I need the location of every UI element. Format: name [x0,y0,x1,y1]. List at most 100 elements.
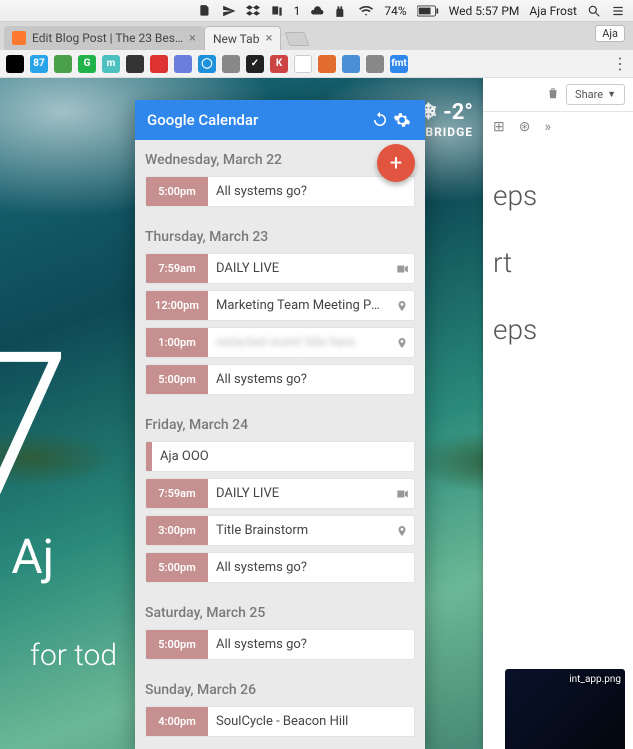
add-event-button[interactable]: + [377,144,415,182]
day-name: Wednesday, March 22 [145,152,415,168]
calendar-day: Sunday, March 26 4:00pmSoulCycle - Beacon… [135,670,425,747]
spotlight-icon[interactable] [587,4,601,18]
close-icon[interactable]: × [265,31,272,46]
calendar-title: Google Calendar [147,111,369,129]
event-time: 5:00pm [146,630,208,659]
greeting-text: , Aj [0,528,54,585]
dropbox-icon[interactable] [246,4,260,18]
calendar-event[interactable]: 7:59amDAILY LIVE [145,253,415,284]
gear-icon[interactable] [391,109,413,131]
event-title: SoulCycle - Beacon Hill [208,707,414,736]
right-words: eps rt eps [483,142,633,384]
extension-icon[interactable] [126,55,144,73]
calendar-day: Friday, March 24 Aja OOO 7:59amDAILY LIVE 3… [135,405,425,593]
video-icon [390,479,414,508]
right-word: eps [493,162,623,229]
event-title: redacted event title here [208,328,390,357]
day-name: Sunday, March 26 [145,682,415,698]
extension-icon[interactable]: ◯ [198,55,216,73]
right-word: eps [493,296,623,363]
extension-icon[interactable] [150,55,168,73]
calendar-event[interactable]: 5:00pmAll systems go? [145,176,415,207]
extension-icon[interactable] [366,55,384,73]
extension-icon[interactable] [54,55,72,73]
trash-icon[interactable] [546,85,560,104]
calendar-header: Google Calendar [135,100,425,140]
menubar-username[interactable]: Aja Frost [529,4,577,18]
close-icon[interactable]: × [189,31,196,46]
new-tab-button[interactable] [285,32,310,46]
calendar-event[interactable]: Aja OOO [145,441,415,472]
globe-icon[interactable]: ⊛ [519,119,531,135]
files-badge: 1 [294,4,301,18]
extension-icon[interactable] [222,55,240,73]
event-title: Aja OOO [152,442,414,471]
extension-icon[interactable] [342,55,360,73]
event-time: 5:00pm [146,553,208,582]
location-pin-icon [390,516,414,545]
files-icon[interactable] [270,4,284,18]
location-pin-icon [390,291,414,320]
chrome-profile-badge[interactable]: Aja [595,25,625,42]
calendar-event[interactable]: 12:00pmMarketing Team Meeting Pa.. [145,290,415,321]
refresh-icon[interactable] [369,109,391,131]
right-panel: Share▼ ⊞ ⊛ » eps rt eps int_app.png [483,78,633,749]
extension-icon[interactable] [174,55,192,73]
right-word: rt [493,229,623,296]
chrome-menu-icon[interactable]: ⋮ [612,54,627,73]
tab-inactive[interactable]: Edit Blog Post | The 23 Best G… × [4,26,204,50]
share-button[interactable]: Share▼ [566,84,625,105]
calendar-popup: Google Calendar Wednesday, March 22+5:00… [135,100,425,749]
thumbnail-name: int_app.png [569,674,621,685]
calendar-event[interactable]: 1:00pmredacted event title here [145,327,415,358]
event-time: 5:00pm [146,365,208,394]
extension-icon[interactable] [318,55,336,73]
grid-icon[interactable]: ⊞ [493,119,505,135]
weather-temp: -2° [443,100,473,125]
calendar-day: Saturday, March 25 5:00pmAll systems go? [135,593,425,670]
mac-menubar: 1 74% Wed 5:57 PM Aja Frost [0,0,633,22]
event-title: Title Brainstorm [208,516,390,545]
calendar-event[interactable]: 5:00pmAll systems go? [145,364,415,395]
extension-icon[interactable] [294,55,312,73]
wifi-icon[interactable] [358,4,374,18]
event-title: Marketing Team Meeting Pa.. [208,291,390,320]
calendar-day: Thursday, March 23 7:59amDAILY LIVE 12:00p… [135,217,425,405]
calendar-day: Wednesday, March 22+5:00pmAll systems go… [135,140,425,217]
chevron-right-icon[interactable]: » [544,119,551,135]
extension-icon[interactable]: K [270,55,288,73]
calendar-event[interactable]: 5:00pmAll systems go? [145,552,415,583]
battery-icon[interactable] [417,5,439,17]
menubar-datetime[interactable]: Wed 5:57 PM [449,4,520,18]
calendar-event[interactable]: 3:00pmTitle Brainstorm [145,515,415,546]
calendar-event[interactable]: 5:00pmAll systems go? [145,629,415,660]
extension-icon[interactable]: G [78,55,96,73]
extension-icon[interactable]: fmt [390,55,408,73]
castle-icon[interactable] [334,4,348,18]
day-name: Friday, March 24 [145,417,415,433]
extension-icon[interactable]: m [102,55,120,73]
day-name: Saturday, March 25 [145,605,415,621]
list-icon[interactable] [611,4,625,18]
paperplane-icon[interactable] [222,4,236,18]
extension-icon[interactable] [6,55,24,73]
evernote-icon[interactable] [198,4,212,18]
chrome-tabstrip: Edit Blog Post | The 23 Best G… × New Ta… [0,22,633,50]
event-title: All systems go? [208,630,414,659]
right-iconrow: ⊞ ⊛ » [483,112,633,142]
calendar-event[interactable]: 7:59amDAILY LIVE [145,478,415,509]
calendar-event[interactable]: 4:00pmSoulCycle - Beacon Hill [145,706,415,737]
day-name: Thursday, March 23 [145,229,415,245]
extension-toolbar: 87 Gm ◯ ✓ Kfmt ⋮ [0,50,633,78]
cloud-icon[interactable] [310,4,324,18]
extension-icon[interactable]: ✓ [246,55,264,73]
event-title: DAILY LIVE [208,479,390,508]
event-time: 7:59am [146,479,208,508]
location-pin-icon [390,328,414,357]
tab-active[interactable]: New Tab × [204,26,281,50]
hubspot-favicon-icon [12,31,26,45]
event-title: All systems go? [208,553,414,582]
extension-icon[interactable]: 87 [30,55,48,73]
tab-title: Edit Blog Post | The 23 Best G… [32,31,183,45]
event-time: 12:00pm [146,291,208,320]
